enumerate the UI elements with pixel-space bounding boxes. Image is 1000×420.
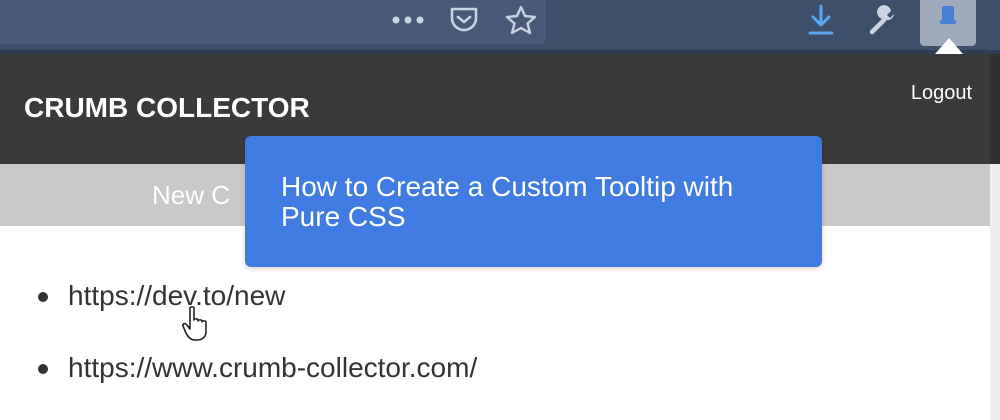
scrollbar-header-area: [990, 54, 1000, 164]
browser-toolbar: [0, 0, 1000, 54]
tab-new-crumb[interactable]: New C: [152, 180, 230, 211]
tooltip-text: How to Create a Custom Tooltip with Pure…: [281, 171, 734, 232]
more-icon[interactable]: [388, 8, 428, 32]
browser-window: CRUMB COLLECTOR Logout New C https://dev…: [0, 0, 1000, 420]
logout-link[interactable]: Logout: [911, 82, 972, 105]
bookmark-star-icon[interactable]: [501, 2, 541, 38]
app-title: CRUMB COLLECTOR: [24, 92, 310, 123]
pocket-icon[interactable]: [444, 2, 484, 38]
wrench-icon[interactable]: [862, 0, 902, 40]
hand-cursor-icon: [182, 306, 212, 347]
url-link[interactable]: https://dev.to/new: [68, 280, 285, 311]
bullet: [38, 292, 48, 302]
url-list: https://dev.to/new https://www.crumb-col…: [38, 276, 477, 420]
extension-icon: [936, 2, 960, 28]
download-icon[interactable]: [802, 0, 840, 40]
bullet: [38, 364, 48, 374]
tooltip: How to Create a Custom Tooltip with Pure…: [245, 136, 822, 267]
popup-arrow: [935, 38, 963, 54]
list-item: https://www.crumb-collector.com/: [38, 348, 477, 420]
list-item: https://dev.to/new: [38, 276, 477, 348]
url-link[interactable]: https://www.crumb-collector.com/: [68, 352, 477, 383]
